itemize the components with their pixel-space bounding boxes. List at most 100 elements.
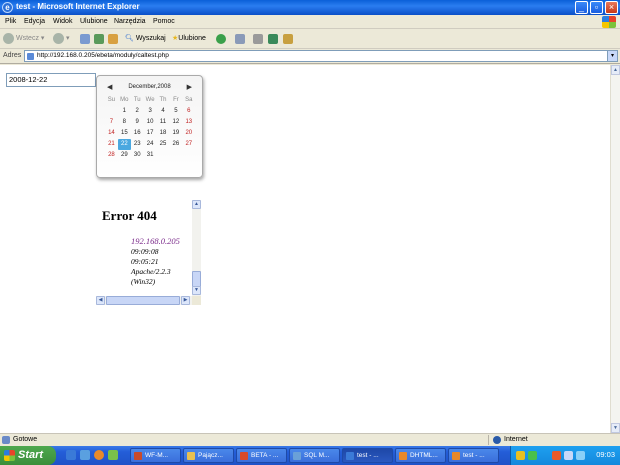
taskbar-clock[interactable]: 09:03: [596, 450, 615, 459]
menu-favorites[interactable]: Ulubione: [80, 18, 108, 25]
minimize-button[interactable]: _: [575, 1, 588, 14]
mail-icon[interactable]: [235, 34, 245, 44]
calendar-day[interactable]: 27: [182, 139, 195, 150]
calendar-day[interactable]: 16: [131, 128, 144, 139]
tray-app-icon[interactable]: [552, 451, 561, 460]
iframe-horizontal-thumb[interactable]: [106, 296, 180, 305]
print-icon[interactable]: [253, 34, 263, 44]
close-button[interactable]: ×: [605, 1, 618, 14]
refresh-icon[interactable]: [94, 34, 104, 44]
calendar-day[interactable]: 6: [182, 106, 195, 117]
task-icon: [240, 452, 248, 460]
calendar-day[interactable]: 1: [118, 106, 131, 117]
calendar-day[interactable]: [182, 150, 195, 161]
calendar-day[interactable]: 12: [169, 117, 182, 128]
quicklaunch-ie-icon[interactable]: [66, 450, 76, 460]
calendar-day[interactable]: 11: [157, 117, 170, 128]
week-row: 28 29 30 31: [105, 150, 197, 161]
calendar-day[interactable]: 18: [157, 128, 170, 139]
address-field[interactable]: http://192.168.0.205/ebeta/moduly/caltes…: [24, 50, 618, 62]
task-button[interactable]: WF-M...: [130, 448, 181, 463]
quicklaunch-app-icon[interactable]: [108, 450, 118, 460]
iframe-scroll-right-icon[interactable]: ▶: [181, 296, 190, 305]
calendar-day[interactable]: 30: [131, 150, 144, 161]
calendar-day[interactable]: 28: [105, 150, 118, 161]
menu-file[interactable]: Plik: [5, 18, 16, 25]
calendar-day-selected[interactable]: 22: [117, 139, 131, 150]
tray-network-icon[interactable]: [516, 451, 525, 460]
iframe-horizontal-scrollbar[interactable]: ◀ ▶: [96, 296, 192, 305]
calendar-day[interactable]: 10: [144, 117, 157, 128]
quicklaunch-firefox-icon[interactable]: [94, 450, 104, 460]
messenger-icon[interactable]: [268, 34, 278, 44]
windows-logo-icon: [602, 16, 616, 28]
calendar-day[interactable]: 17: [144, 128, 157, 139]
calendar-day[interactable]: 8: [118, 117, 131, 128]
iframe-scroll-down-icon[interactable]: ▼: [192, 286, 201, 295]
calendar-day[interactable]: [157, 150, 170, 161]
calendar-day[interactable]: 15: [118, 128, 131, 139]
calendar-day[interactable]: 25: [157, 139, 170, 150]
stop-icon[interactable]: [80, 34, 90, 44]
tray-connection-icon[interactable]: [576, 451, 585, 460]
title-bar[interactable]: e test - Microsoft Internet Explorer _ ▫…: [0, 0, 620, 15]
address-label: Adres: [3, 52, 22, 59]
task-button[interactable]: DHTML...: [395, 448, 446, 463]
calendar-day[interactable]: 24: [144, 139, 157, 150]
date-input[interactable]: 2008-12-22: [6, 73, 96, 87]
calendar-day[interactable]: [105, 106, 118, 117]
calendar-day[interactable]: 9: [131, 117, 144, 128]
calendar-day[interactable]: 31: [144, 150, 157, 161]
calendar-day[interactable]: 7: [105, 117, 118, 128]
quicklaunch-desktop-icon[interactable]: [80, 450, 90, 460]
task-button[interactable]: Pającz...: [183, 448, 234, 463]
iframe-vertical-thumb[interactable]: [192, 271, 201, 287]
tray-speaker-icon[interactable]: [564, 451, 573, 460]
iframe-scroll-up-icon[interactable]: ▲: [192, 200, 201, 209]
status-text: Gotowe: [13, 436, 38, 443]
tray-meter-icon[interactable]: [528, 451, 537, 460]
error-host-link[interactable]: 192.168.0.205: [131, 236, 180, 246]
address-dropdown-icon[interactable]: ▾: [607, 51, 617, 61]
calendar-day[interactable]: 23: [131, 139, 144, 150]
back-button[interactable]: Wstecz ▾: [3, 32, 44, 46]
scroll-up-icon[interactable]: ▲: [611, 65, 620, 75]
favorites-button[interactable]: ★Ulubione: [172, 32, 206, 46]
calendar-day[interactable]: [169, 150, 182, 161]
forward-button[interactable]: ▾: [53, 32, 70, 46]
scroll-down-icon[interactable]: ▼: [611, 423, 620, 433]
maximize-button[interactable]: ▫: [590, 1, 603, 14]
menu-tools[interactable]: Narzędzia: [114, 18, 146, 25]
calendar-day[interactable]: 26: [169, 139, 182, 150]
task-button[interactable]: SQL M...: [289, 448, 340, 463]
calendar-day[interactable]: 13: [182, 117, 195, 128]
task-button-active[interactable]: test - ...: [342, 448, 393, 463]
calendar-day[interactable]: 3: [144, 106, 157, 117]
address-url[interactable]: http://192.168.0.205/ebeta/moduly/caltes…: [37, 52, 169, 59]
calendar-day[interactable]: 5: [169, 106, 182, 117]
next-month-icon[interactable]: ▶: [187, 83, 192, 91]
page-scrollbar[interactable]: ▲ ▼: [610, 65, 620, 433]
home-icon[interactable]: [108, 34, 118, 44]
start-button[interactable]: Start: [0, 446, 56, 465]
task-button[interactable]: test - ...: [448, 448, 499, 463]
search-button[interactable]: 🔍︎ Wyszukaj: [125, 32, 166, 46]
task-button[interactable]: BETA - ...: [236, 448, 287, 463]
ie-app-icon: e: [2, 2, 13, 13]
menu-view[interactable]: Widok: [53, 18, 72, 25]
edit-icon[interactable]: [283, 34, 293, 44]
calendar-day[interactable]: 4: [157, 106, 170, 117]
status-divider: [488, 435, 489, 445]
menu-edit[interactable]: Edycja: [24, 18, 45, 25]
calendar-day[interactable]: 21: [105, 139, 118, 150]
calendar-day[interactable]: 14: [105, 128, 118, 139]
error-server-os: (Win32): [131, 277, 156, 286]
calendar-day[interactable]: 20: [182, 128, 195, 139]
iframe-scroll-left-icon[interactable]: ◀: [96, 296, 105, 305]
history-icon[interactable]: [216, 34, 226, 44]
calendar-day[interactable]: 29: [118, 150, 131, 161]
calendar-day[interactable]: 2: [131, 106, 144, 117]
menu-help[interactable]: Pomoc: [153, 18, 175, 25]
calendar-day[interactable]: 19: [169, 128, 182, 139]
iframe-vertical-scrollbar[interactable]: ▲ ▼: [192, 200, 201, 296]
